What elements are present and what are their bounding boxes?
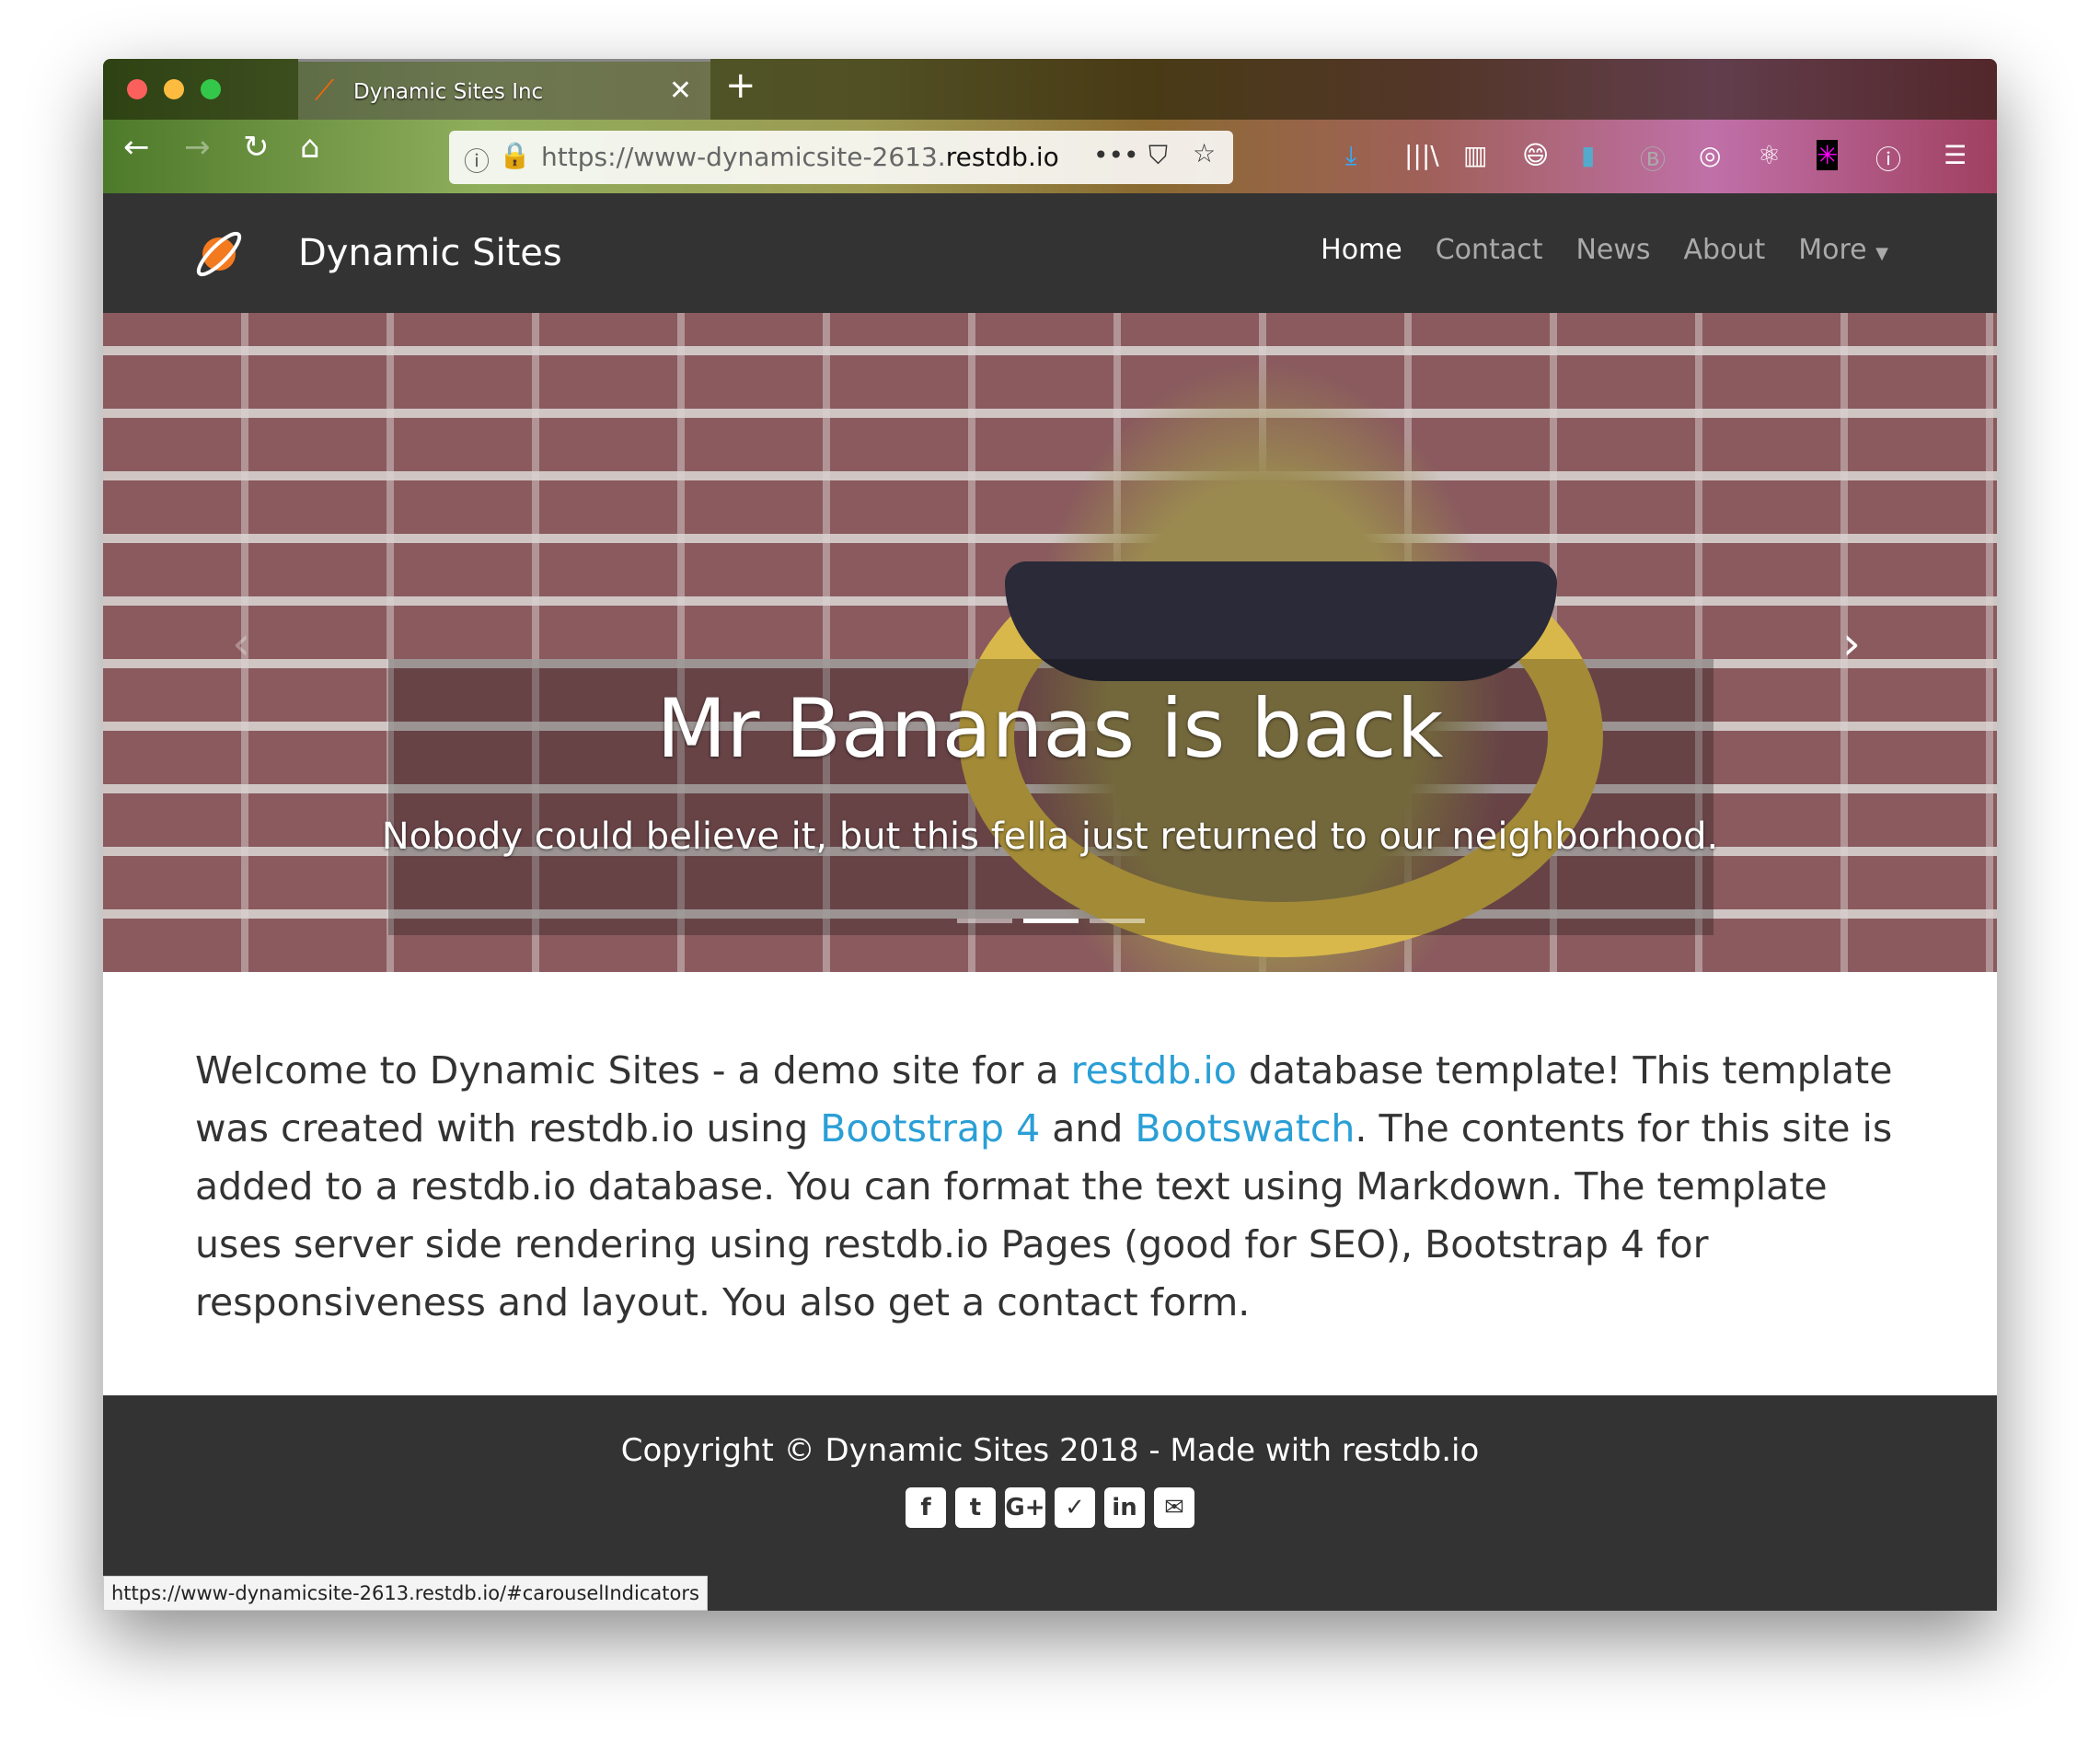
social-links: f t G+ ✓ in ✉ xyxy=(103,1487,1997,1528)
pocket-icon[interactable]: ✓ xyxy=(1055,1487,1095,1528)
status-bar-url: https://www-dynamicsite-2613.restdb.io/#… xyxy=(103,1576,708,1611)
emoji-icon[interactable]: 😄 xyxy=(1522,140,1549,170)
brand-name[interactable]: Dynamic Sites xyxy=(298,232,562,274)
email-icon[interactable]: ✉ xyxy=(1154,1487,1194,1528)
download-icon[interactable]: ⤓ xyxy=(1345,140,1356,171)
nav-news[interactable]: News xyxy=(1575,234,1650,266)
menu-icon[interactable]: ☰ xyxy=(1944,140,1967,170)
star-icon[interactable]: ☆ xyxy=(1193,138,1216,168)
intro-text-1: Welcome to Dynamic Sites - a demo site f… xyxy=(195,1048,1071,1093)
intro-text-3: and xyxy=(1040,1106,1136,1151)
minimize-window-button[interactable] xyxy=(164,79,184,99)
nav-home[interactable]: Home xyxy=(1321,234,1402,266)
intro-text: Welcome to Dynamic Sites - a demo site f… xyxy=(195,1042,1907,1332)
sync-icon[interactable]: ◎ xyxy=(1699,140,1721,170)
lock-icon: 🔒 xyxy=(499,140,531,170)
carousel-prev-icon[interactable]: ‹ xyxy=(232,617,250,670)
carousel-next-icon[interactable]: › xyxy=(1842,617,1861,670)
restdb-link[interactable]: restdb.io xyxy=(1071,1048,1237,1093)
url-prefix: https://www-dynamicsite-2613. xyxy=(541,142,946,172)
back-icon[interactable]: ← xyxy=(123,129,150,166)
site-navbar: Dynamic Sites Home Contact News About Mo… xyxy=(103,193,1997,313)
carousel-subtitle: Nobody could believe it, but this fella … xyxy=(381,815,1719,858)
b-icon[interactable]: Ⓑ xyxy=(1640,140,1666,177)
close-window-button[interactable] xyxy=(127,79,147,99)
1password-icon[interactable]: ⓘ xyxy=(1875,140,1901,177)
new-tab-button[interactable]: + xyxy=(725,64,756,107)
reload-icon[interactable]: ↻ xyxy=(243,129,270,166)
bookmark-icon[interactable]: ▮ xyxy=(1581,140,1595,170)
home-icon[interactable]: ⌂ xyxy=(300,129,320,166)
planet-logo-icon[interactable] xyxy=(191,226,247,282)
pocket-icon[interactable]: ⛉ xyxy=(1148,140,1168,171)
carousel-indicator-2[interactable] xyxy=(1023,919,1079,923)
browser-window: ⟋ Dynamic Sites Inc ✕ + ← → ↻ ⌂ ⓘ 🔒 http… xyxy=(103,59,1997,1611)
bootswatch-link[interactable]: Bootswatch xyxy=(1135,1106,1355,1151)
react-icon[interactable]: ⚛ xyxy=(1758,140,1781,170)
caret-down-icon: ▼ xyxy=(1875,244,1888,263)
carousel-title: Mr Bananas is back xyxy=(656,681,1444,776)
linkedin-icon[interactable]: in xyxy=(1104,1487,1145,1528)
url-domain: restdb.io xyxy=(945,142,1059,172)
nav-contact[interactable]: Contact xyxy=(1436,234,1543,266)
google-plus-icon[interactable]: G+ xyxy=(1005,1487,1045,1528)
nav-more[interactable]: More ▼ xyxy=(1798,234,1888,266)
copyright-text: Copyright © Dynamic Sites 2018 - Made wi… xyxy=(620,1432,1480,1469)
sidebar-icon[interactable]: ▥ xyxy=(1463,140,1487,170)
facebook-icon[interactable]: f xyxy=(906,1487,946,1528)
rocket-icon: ⟋ xyxy=(315,75,334,107)
carousel-indicator-3[interactable] xyxy=(1090,919,1145,923)
info-icon[interactable]: ⓘ xyxy=(464,142,490,179)
nav-links: Home Contact News About More ▼ xyxy=(1321,234,1888,266)
url-bar[interactable]: ⓘ 🔒 https://www-dynamicsite-2613.restdb.… xyxy=(449,131,1233,184)
library-icon[interactable]: |||\ xyxy=(1404,140,1439,170)
maximize-window-button[interactable] xyxy=(201,79,221,99)
nav-about[interactable]: About xyxy=(1684,234,1766,266)
hero-carousel: Mr Bananas is back Nobody could believe … xyxy=(103,313,1997,972)
close-tab-icon[interactable]: ✕ xyxy=(669,75,692,107)
bootstrap-link[interactable]: Bootstrap 4 xyxy=(820,1106,1040,1151)
browser-chrome: ⟋ Dynamic Sites Inc ✕ + ← → ↻ ⌂ ⓘ 🔒 http… xyxy=(103,59,1997,193)
more-icon[interactable]: ••• xyxy=(1093,140,1139,170)
forward-icon[interactable]: → xyxy=(184,129,211,166)
twitter-icon[interactable]: t xyxy=(955,1487,996,1528)
carousel-indicator-1[interactable] xyxy=(957,919,1012,923)
spark-icon[interactable]: ✳ xyxy=(1817,140,1839,170)
nav-more-label: More xyxy=(1798,234,1867,266)
tab-active[interactable]: ⟋ Dynamic Sites Inc ✕ xyxy=(298,59,710,120)
tab-title: Dynamic Sites Inc xyxy=(353,80,544,104)
